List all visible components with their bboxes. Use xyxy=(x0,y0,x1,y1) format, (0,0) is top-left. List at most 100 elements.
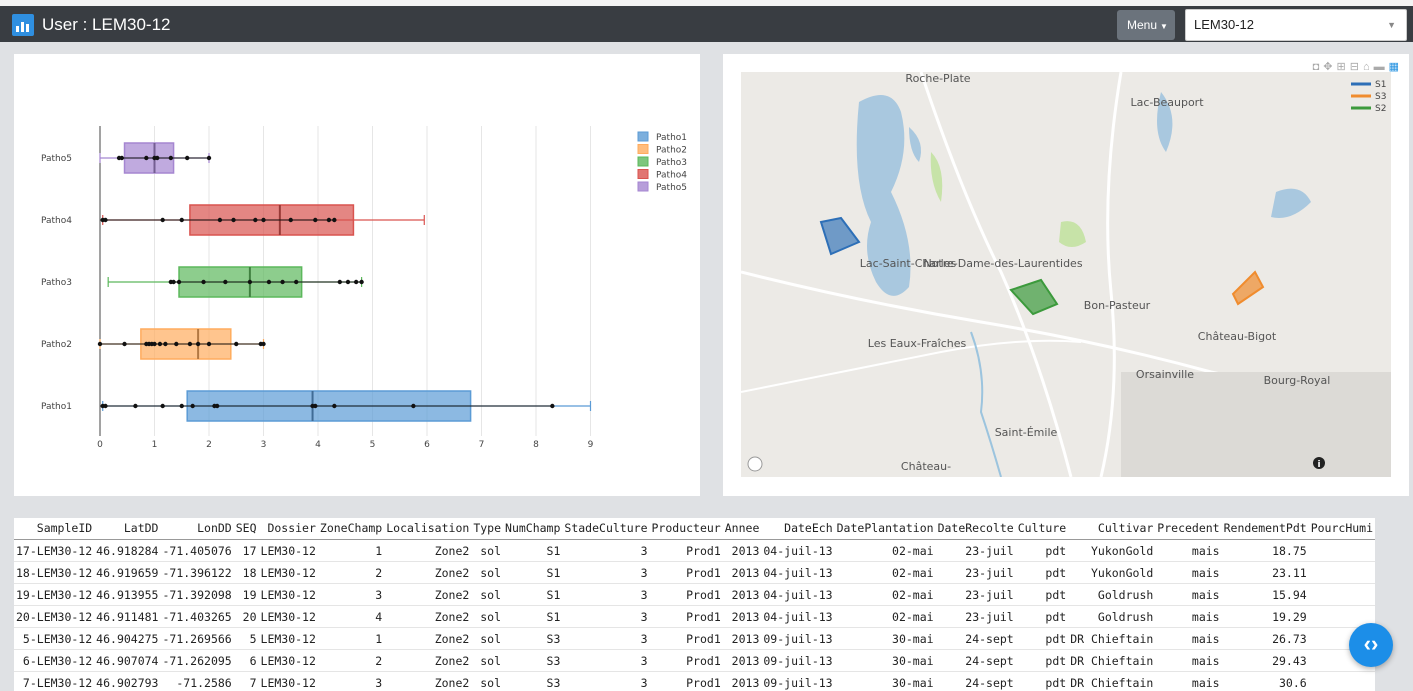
data-point[interactable] xyxy=(223,279,228,285)
table-row[interactable]: 17-LEM30-12 46.918284 -71.405076 17 LEM30-12… xyxy=(14,539,1376,562)
column-header[interactable]: Culture xyxy=(1015,518,1069,540)
column-header[interactable]: NumChamp xyxy=(503,518,563,540)
column-header[interactable]: StadeCulture xyxy=(562,518,650,540)
column-header[interactable]: Localisation xyxy=(384,518,472,540)
column-header[interactable]: DateRecolte xyxy=(935,518,1016,540)
data-point[interactable] xyxy=(411,403,416,409)
data-point[interactable] xyxy=(187,341,193,347)
data-point[interactable] xyxy=(122,341,127,347)
legend-swatch[interactable] xyxy=(637,156,649,167)
data-point[interactable] xyxy=(152,341,157,347)
data-point[interactable] xyxy=(313,403,318,409)
data-point[interactable] xyxy=(195,341,201,347)
map-legend-label[interactable]: S2 xyxy=(1375,104,1386,114)
mapbox-logo-icon[interactable] xyxy=(747,456,763,472)
table-row[interactable]: 19-LEM30-12 46.913955 -71.392098 19 LEM30-12… xyxy=(14,583,1376,606)
data-point[interactable] xyxy=(160,403,165,409)
data-point[interactable] xyxy=(206,341,212,347)
data-point[interactable] xyxy=(176,279,182,285)
column-header[interactable]: PourcHumi xyxy=(1308,518,1376,540)
data-point[interactable] xyxy=(288,217,293,223)
code-toggle-button[interactable]: ‹› xyxy=(1349,623,1393,667)
column-header[interactable]: LatDD xyxy=(94,518,161,540)
table-cell: 3 xyxy=(562,605,650,628)
table-row[interactable]: 20-LEM30-12 46.911481 -71.403265 20 LEM30-12… xyxy=(14,605,1376,628)
column-header[interactable]: Cultivar xyxy=(1068,518,1156,540)
data-point[interactable] xyxy=(157,341,163,347)
data-point[interactable] xyxy=(266,279,272,285)
data-point[interactable] xyxy=(234,341,239,347)
column-header[interactable]: ZoneChamp xyxy=(317,518,385,540)
data-point[interactable] xyxy=(168,155,174,161)
data-point[interactable] xyxy=(103,403,108,409)
data-point[interactable] xyxy=(217,217,223,223)
data-point[interactable] xyxy=(353,279,359,285)
data-point[interactable] xyxy=(144,155,149,161)
column-header[interactable]: SEQ xyxy=(233,518,259,540)
map-legend-label[interactable]: S1 xyxy=(1375,80,1386,90)
map-legend-label[interactable]: S3 xyxy=(1375,92,1386,102)
column-header[interactable]: DatePlantation xyxy=(834,518,936,540)
data-point[interactable] xyxy=(280,279,285,285)
data-point[interactable] xyxy=(179,217,184,223)
column-header[interactable]: RendementPdt xyxy=(1221,518,1309,540)
legend-swatch[interactable] xyxy=(637,169,649,179)
data-point[interactable] xyxy=(97,341,103,347)
column-header[interactable]: Dossier xyxy=(258,518,318,540)
legend-label[interactable]: Patho5 xyxy=(656,183,687,193)
map[interactable]: Roche-Plate Lac-Beauport Lac-Saint-Charl… xyxy=(741,72,1391,477)
data-point[interactable] xyxy=(231,217,236,223)
column-header[interactable]: Producteur xyxy=(649,518,723,540)
data-point[interactable] xyxy=(185,155,190,161)
data-point[interactable] xyxy=(201,279,206,285)
data-point[interactable] xyxy=(206,155,212,161)
user-select[interactable]: LEM30-12 ▼ xyxy=(1185,9,1407,41)
data-point[interactable] xyxy=(174,341,179,347)
legend-swatch[interactable] xyxy=(637,131,649,142)
column-header[interactable]: Annee xyxy=(722,518,762,540)
legend-swatch[interactable] xyxy=(637,144,649,154)
legend-swatch[interactable] xyxy=(637,181,649,192)
data-point[interactable] xyxy=(155,155,160,161)
data-point[interactable] xyxy=(133,403,138,409)
data-point[interactable] xyxy=(261,217,266,223)
data-point[interactable] xyxy=(247,279,253,285)
data-point[interactable] xyxy=(119,155,125,161)
data-point[interactable] xyxy=(326,217,332,223)
data-point[interactable] xyxy=(214,403,220,409)
data-point[interactable] xyxy=(253,217,258,223)
data-point[interactable] xyxy=(332,217,337,223)
data-point[interactable] xyxy=(345,279,351,285)
map-legend[interactable]: S1 S3 S2 xyxy=(1351,74,1411,134)
data-point[interactable] xyxy=(337,279,342,285)
data-point[interactable] xyxy=(313,217,318,223)
table-row[interactable]: 6-LEM30-12 46.907074 -71.262095 6 LEM30-12 2 Z… xyxy=(14,649,1376,672)
column-header[interactable]: LonDD xyxy=(160,518,234,540)
legend-label[interactable]: Patho2 xyxy=(656,146,687,156)
legend-label[interactable]: Patho1 xyxy=(656,133,687,143)
map-canvas[interactable]: Roche-Plate Lac-Beauport Lac-Saint-Charl… xyxy=(741,72,1391,477)
data-point[interactable] xyxy=(179,403,184,409)
legend-label[interactable]: Patho4 xyxy=(656,171,687,181)
column-header[interactable]: Type xyxy=(471,518,504,540)
data-point[interactable] xyxy=(294,279,299,285)
data-point[interactable] xyxy=(359,279,364,285)
data-point[interactable] xyxy=(190,403,195,409)
data-point[interactable] xyxy=(550,403,555,409)
table-cell: 20-LEM30-12 xyxy=(14,605,95,628)
table-row[interactable]: 18-LEM30-12 46.919659 -71.396122 18 LEM30-12… xyxy=(14,561,1376,584)
data-point[interactable] xyxy=(332,403,337,409)
column-header[interactable]: DateEch xyxy=(761,518,835,540)
column-header[interactable]: Precedent xyxy=(1155,518,1222,540)
data-point[interactable] xyxy=(160,217,165,223)
legend-label[interactable]: Patho3 xyxy=(656,158,687,168)
data-point[interactable] xyxy=(171,279,176,285)
table-row[interactable]: 7-LEM30-12 46.902793 -71.2586 7 LEM30-12 3 Zon… xyxy=(14,671,1376,691)
menu-button[interactable]: Menu ▼ xyxy=(1117,10,1175,40)
boxplot-chart[interactable]: 0 1 2 3 4 5 6 7 8 9 Patho1 Patho2 Patho3 Patho4 Patho5… xyxy=(14,54,700,496)
table-row[interactable]: 5-LEM30-12 46.904275 -71.269566 5 LEM30-12 1 Z… xyxy=(14,627,1376,650)
data-point[interactable] xyxy=(163,341,168,347)
column-header[interactable]: SampleID xyxy=(14,518,95,540)
data-point[interactable] xyxy=(261,341,266,347)
data-point[interactable] xyxy=(103,217,108,223)
